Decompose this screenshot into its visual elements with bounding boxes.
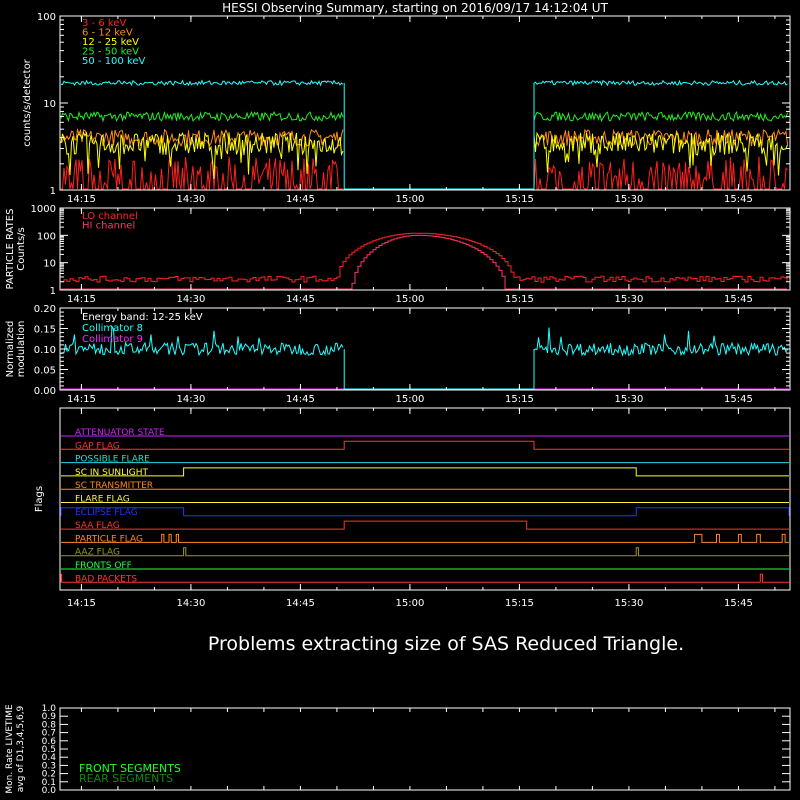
energy-band-label: Energy band: 12-25 keV: [82, 312, 203, 323]
livetime-legend: FRONT SEGMENTSREAR SEGMENTS: [79, 762, 181, 785]
flag-label-0: ATTENUATOR STATE: [75, 428, 165, 438]
time-tick-label: 15:15: [505, 598, 534, 609]
flag-label-5: FLARE FLAG: [75, 495, 130, 505]
flag-label-2: POSSIBLE FLARE: [75, 455, 150, 465]
time-tick-label: 14:45: [286, 394, 315, 405]
time-tick-label: 15:00: [395, 598, 424, 609]
time-tick-label: 15:30: [614, 598, 643, 609]
legend-entry-4: 50 - 100 keV: [82, 56, 146, 67]
time-tick-label: 14:45: [286, 294, 315, 305]
y-tick-label: 100: [37, 12, 56, 23]
particle-rates-ylabel-units: Counts/s: [16, 227, 27, 271]
y-tick-label: 10: [43, 259, 56, 270]
time-tick-label: 14:15: [67, 194, 96, 205]
livetime-ylabel: Mon. Rate LIVETIME: [5, 704, 15, 794]
flag-label-8: PARTICLE FLAG: [75, 534, 143, 544]
flag-label-3: SC IN SUNLIGHT: [75, 468, 149, 478]
y-tick-label: 0.20: [34, 304, 56, 315]
y-tick-label: 1: [50, 186, 56, 197]
time-tick-label: 15:00: [395, 294, 424, 305]
legend-entry-1: REAR SEGMENTS: [79, 772, 173, 785]
y-tick-label: 10: [43, 99, 56, 110]
y-tick-label: 1000: [31, 204, 56, 215]
time-tick-label: 15:30: [614, 194, 643, 205]
y-tick-label: 0.05: [34, 366, 56, 377]
figure-title: HESSI Observing Summary, starting on 201…: [222, 1, 608, 15]
flag-label-9: AAZ FLAG: [75, 548, 120, 558]
legend-entry-0: Collimator 8: [82, 323, 143, 334]
flag-label-10: FRONTS OFF: [75, 561, 132, 571]
count-rates-ylabel: counts/s/detector: [22, 58, 33, 146]
flags-ylabel: Flags: [34, 486, 45, 512]
time-tick-label: 14:15: [67, 294, 96, 305]
time-tick-label: 15:45: [724, 598, 753, 609]
legend-entry-1: Collimator 9: [82, 334, 143, 345]
time-tick-label: 15:45: [724, 194, 753, 205]
time-tick-label: 14:45: [286, 194, 315, 205]
flag-label-6: ECLIPSE FLAG: [75, 508, 138, 518]
time-tick-label: 15:00: [395, 394, 424, 405]
y-tick-label: 0.00: [34, 386, 56, 397]
flag-label-11: BAD PACKETS: [75, 574, 137, 584]
y-tick-label: 100: [37, 231, 56, 242]
flag-label-4: SC TRANSMITTER: [75, 481, 153, 491]
particle-rates-ylabel: PARTICLE RATES: [5, 209, 16, 290]
y-tick-label: 1.0: [42, 704, 57, 714]
y-tick-label: 1: [50, 286, 56, 297]
time-tick-label: 14:30: [176, 598, 205, 609]
livetime-ylabel-2: avg of D1,3,4,5,6,9: [16, 705, 26, 792]
hessi-summary-figure: HESSI Observing Summary, starting on 201…: [0, 0, 800, 800]
time-tick-label: 15:30: [614, 394, 643, 405]
time-tick-label: 15:15: [505, 194, 534, 205]
time-tick-label: 15:15: [505, 294, 534, 305]
time-tick-label: 14:45: [286, 598, 315, 609]
y-tick-label: 0.10: [34, 345, 56, 356]
time-tick-label: 15:00: [395, 194, 424, 205]
time-tick-label: 14:30: [176, 394, 205, 405]
time-tick-label: 14:30: [176, 194, 205, 205]
flag-label-1: GAP FLAG: [75, 441, 120, 451]
time-tick-label: 15:45: [724, 394, 753, 405]
particle-rates-legend: LO channelHI channel: [82, 211, 138, 232]
y-tick-label: 0.15: [34, 325, 56, 336]
sas-message: Problems extracting size of SAS Reduced …: [208, 633, 684, 655]
time-tick-label: 15:15: [505, 394, 534, 405]
legend-entry-1: HI channel: [82, 221, 135, 232]
time-tick-label: 14:30: [176, 294, 205, 305]
modulation-ylabel-2: modulation: [16, 321, 27, 378]
modulation-ylabel: Normalized: [5, 321, 16, 378]
time-tick-label: 14:15: [67, 394, 96, 405]
flag-label-7: SAA FLAG: [75, 521, 120, 531]
time-tick-label: 15:30: [614, 294, 643, 305]
time-tick-label: 15:45: [724, 294, 753, 305]
time-tick-label: 14:15: [67, 598, 96, 609]
